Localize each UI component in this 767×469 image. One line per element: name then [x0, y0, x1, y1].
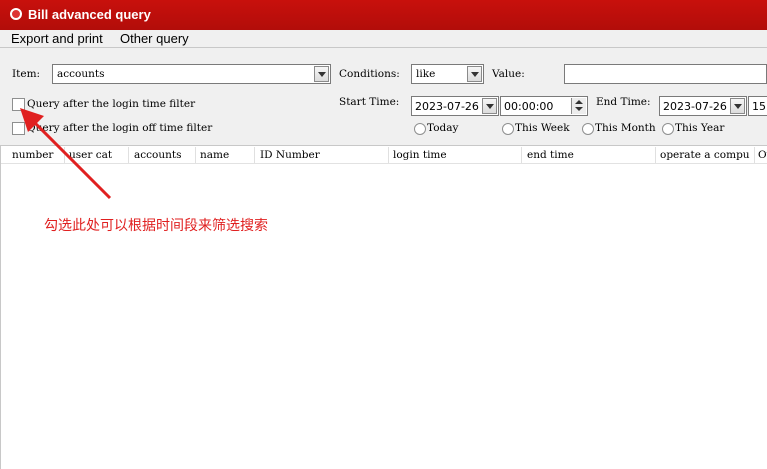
range-this-year-radio[interactable]: [662, 123, 674, 135]
column-header-name[interactable]: name: [200, 149, 252, 161]
column-header-id-number[interactable]: ID Number: [260, 149, 386, 161]
end-time-label: End Time:: [596, 96, 651, 108]
window-title: Bill advanced query: [28, 7, 151, 22]
calendar-dropdown-icon[interactable]: [482, 98, 497, 114]
title-bar: Bill advanced query: [0, 0, 767, 30]
login-time-filter-label[interactable]: Query after the login time filter: [27, 98, 195, 110]
menu-export-print[interactable]: Export and print: [11, 31, 103, 46]
logoff-time-filter-checkbox[interactable]: [12, 122, 25, 135]
item-select-value: accounts: [57, 68, 105, 80]
filter-panel: Item: accounts Conditions: like Value: Q…: [0, 48, 767, 145]
start-date-picker[interactable]: 2023-07-26: [411, 96, 499, 116]
column-header-login-time[interactable]: login time: [393, 149, 519, 161]
column-header-end-time[interactable]: end time: [527, 149, 653, 161]
value-input[interactable]: [564, 64, 767, 84]
conditions-select[interactable]: like: [411, 64, 484, 84]
column-header-accounts[interactable]: accounts: [134, 149, 194, 161]
range-this-month-radio[interactable]: [582, 123, 594, 135]
column-header-ov[interactable]: Ov: [758, 149, 767, 161]
end-date-picker[interactable]: 2023-07-26: [659, 96, 747, 116]
range-this-week-radio[interactable]: [502, 123, 514, 135]
grid-header: number user cat accounts name ID Number …: [1, 146, 767, 164]
start-time-label: Start Time:: [339, 96, 400, 108]
range-this-year-label[interactable]: This Year: [675, 122, 724, 134]
conditions-select-value: like: [416, 68, 436, 80]
start-time-input[interactable]: 00:00:00: [500, 96, 588, 116]
conditions-label: Conditions:: [339, 68, 400, 80]
logoff-time-filter-label[interactable]: Query after the login off time filter: [27, 122, 212, 134]
start-time-value: 00:00:00: [504, 100, 554, 113]
range-today-radio[interactable]: [414, 123, 426, 135]
menu-other-query[interactable]: Other query: [120, 31, 189, 46]
chevron-down-icon[interactable]: [314, 66, 329, 82]
end-time-value: 15:: [752, 100, 767, 113]
end-time-input[interactable]: 15:: [748, 96, 767, 116]
calendar-dropdown-icon[interactable]: [730, 98, 745, 114]
results-grid[interactable]: number user cat accounts name ID Number …: [0, 145, 767, 469]
column-header-number[interactable]: number: [12, 149, 62, 161]
menu-bar: Export and print Other query: [0, 30, 767, 48]
range-this-week-label[interactable]: This Week: [515, 122, 570, 134]
range-today-label[interactable]: Today: [427, 122, 458, 134]
start-date-value: 2023-07-26: [415, 100, 479, 113]
login-time-filter-checkbox[interactable]: [12, 98, 25, 111]
column-header-operate-computer[interactable]: operate a compu: [660, 149, 752, 161]
end-date-value: 2023-07-26: [663, 100, 727, 113]
value-label: Value:: [492, 68, 525, 80]
app-icon: [10, 8, 22, 20]
item-label: Item:: [12, 68, 41, 80]
spinner-icon[interactable]: [571, 98, 586, 114]
range-this-month-label[interactable]: This Month: [595, 122, 656, 134]
item-select[interactable]: accounts: [52, 64, 331, 84]
column-header-user-cat[interactable]: user cat: [69, 149, 127, 161]
chevron-down-icon[interactable]: [467, 66, 482, 82]
annotation-text: 勾选此处可以根据时间段来筛选搜索: [44, 218, 268, 234]
